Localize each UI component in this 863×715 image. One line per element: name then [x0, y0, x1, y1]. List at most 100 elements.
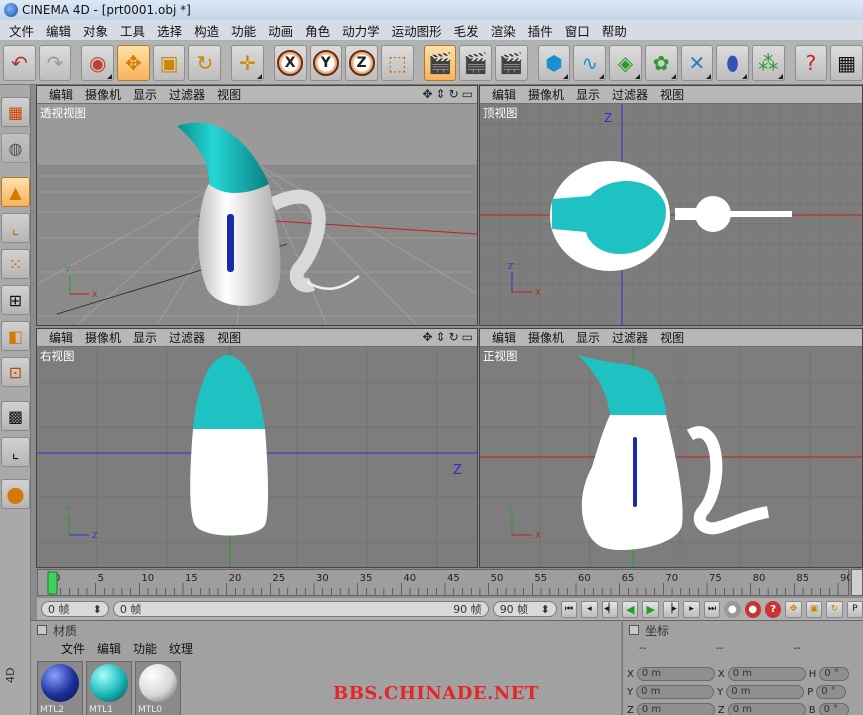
menu-help[interactable]: 帮助 [597, 21, 632, 40]
menu-hair[interactable]: 毛发 [449, 21, 484, 40]
menu-select[interactable]: 选择 [152, 21, 187, 40]
add-deformer-button[interactable]: ✕ [680, 44, 714, 81]
menu-objects[interactable]: 对象 [78, 21, 113, 40]
key-position-button[interactable]: ✥ [785, 600, 802, 618]
key-rotation-button[interactable]: ↻ [826, 600, 843, 618]
y-axis-lock-button[interactable]: Y [309, 44, 343, 81]
next-key-button[interactable]: ▸ [683, 600, 700, 618]
render-picture-viewer-button[interactable]: 🎬 [459, 44, 493, 81]
vp-menu-edit[interactable]: 编辑 [486, 86, 522, 103]
vp-menu-view[interactable]: 视图 [211, 86, 247, 103]
vp-menu-view[interactable]: 视图 [654, 329, 690, 346]
max-frame-field[interactable]: 90 帧 ⬍ [492, 601, 557, 617]
pan-icon[interactable]: ✥ [422, 330, 432, 344]
vp-menu-filter[interactable]: 过滤器 [606, 86, 654, 103]
vp-menu-filter[interactable]: 过滤器 [606, 329, 654, 346]
vp-menu-edit[interactable]: 编辑 [486, 329, 522, 346]
position-y-field[interactable]: 0 m [636, 685, 715, 699]
menu-mograph[interactable]: 运动图形 [387, 21, 447, 40]
vp-menu-view[interactable]: 视图 [654, 86, 690, 103]
add-cube-button[interactable]: ⬢ [537, 44, 571, 81]
menu-functions[interactable]: 功能 [226, 21, 261, 40]
vp-menu-edit[interactable]: 编辑 [43, 86, 79, 103]
vp-menu-display[interactable]: 显示 [127, 329, 163, 346]
add-nurbs-button[interactable]: ◈ [609, 44, 642, 81]
material-swatch[interactable]: MTL1 [86, 661, 132, 715]
x-axis-lock-button[interactable]: X [273, 44, 307, 81]
material-swatch[interactable]: MTL2 [37, 661, 83, 715]
prev-key-button[interactable]: ◂ [581, 600, 598, 618]
render-settings-button[interactable]: 🎬 [495, 44, 528, 81]
sculpt-button[interactable]: ⬤ [1, 479, 30, 509]
model-mode-button[interactable]: ▲ [1, 177, 30, 207]
menu-character[interactable]: 角色 [300, 21, 335, 40]
vp-menu-edit[interactable]: 编辑 [43, 329, 79, 346]
front-viewport[interactable]: 编辑 摄像机 显示 过滤器 视图 正视图 Y X [479, 328, 863, 568]
enable-axis-button[interactable]: ▩ [1, 401, 30, 431]
size-z-field[interactable]: 0 m [727, 703, 806, 715]
rotate-view-icon[interactable]: ↻ [449, 87, 459, 101]
zoom-icon[interactable]: ⇕ [436, 87, 446, 101]
go-to-end-button[interactable]: ⏭ [703, 600, 721, 618]
rotation-h-field[interactable]: 0 ° [819, 667, 850, 681]
mat-menu-texture[interactable]: 纹理 [163, 640, 199, 657]
add-spline-button[interactable]: ∿ [573, 44, 607, 81]
vp-menu-camera[interactable]: 摄像机 [522, 86, 570, 103]
go-to-start-button[interactable]: ⏮ [560, 600, 578, 618]
rotate-tool-button[interactable]: ↻ [188, 44, 222, 81]
play-backward-button[interactable]: ◀ [622, 600, 639, 618]
scale-tool-button[interactable]: ▣ [152, 44, 186, 81]
key-help-button[interactable]: ? [764, 600, 782, 618]
prev-frame-button[interactable]: ◂▏ [601, 600, 619, 618]
menu-edit[interactable]: 编辑 [41, 21, 76, 40]
vp-menu-display[interactable]: 显示 [570, 329, 606, 346]
menu-animation[interactable]: 动画 [263, 21, 298, 40]
add-array-button[interactable]: ✿ [644, 44, 678, 81]
snap-button[interactable]: ⌞ [1, 437, 30, 467]
redo-button[interactable]: ↷ [38, 44, 72, 81]
vp-menu-display[interactable]: 显示 [570, 86, 606, 103]
texture-mode-button[interactable]: ◍ [1, 133, 30, 163]
layout-button[interactable]: ▦ [830, 44, 863, 81]
size-x-field[interactable]: 0 m [727, 667, 806, 681]
pan-icon[interactable]: ✥ [422, 87, 432, 101]
mat-menu-functions[interactable]: 功能 [127, 640, 163, 657]
vp-menu-filter[interactable]: 过滤器 [163, 86, 211, 103]
perspective-viewport[interactable]: 编辑 摄像机 显示 过滤器 视图 ✥ ⇕ ↻ ▭ 透视视图 Y X [36, 85, 478, 326]
menu-plugins[interactable]: 插件 [523, 21, 558, 40]
vp-menu-view[interactable]: 视图 [211, 329, 247, 346]
coordinate-system-button[interactable]: ⬚ [380, 44, 414, 81]
rotation-p-field[interactable]: 0 ° [816, 685, 847, 699]
add-scene-button[interactable]: ⬮ [716, 44, 749, 81]
edges-mode-button[interactable]: ⊞ [1, 285, 30, 315]
position-z-field[interactable]: 0 m [636, 703, 715, 715]
move-tool-button[interactable]: ✥ [117, 44, 150, 81]
record-keys-button[interactable]: ● [724, 600, 741, 618]
maximize-icon[interactable]: ▭ [462, 87, 473, 101]
rotation-b-field[interactable]: 0 ° [818, 703, 849, 715]
panel-toggle-icon[interactable] [37, 625, 47, 635]
menu-tools[interactable]: 工具 [115, 21, 150, 40]
current-frame-marker[interactable] [47, 571, 58, 595]
vp-menu-camera[interactable]: 摄像机 [79, 329, 127, 346]
vp-menu-filter[interactable]: 过滤器 [163, 329, 211, 346]
next-frame-button[interactable]: ▕▸ [662, 600, 680, 618]
uv-mode-button[interactable]: ⊡ [1, 357, 30, 387]
current-frame-field[interactable]: 0 帧 ⬍ [41, 601, 109, 617]
recent-tools-button[interactable]: ✛ [231, 44, 264, 81]
menu-window[interactable]: 窗口 [560, 21, 595, 40]
timeline-scroll-end[interactable] [851, 569, 863, 596]
size-y-field[interactable]: 0 m [726, 685, 805, 699]
auto-key-button[interactable]: ● [744, 600, 761, 618]
key-parameter-button[interactable]: P [846, 600, 863, 618]
mat-menu-file[interactable]: 文件 [55, 640, 91, 657]
menu-structure[interactable]: 构造 [189, 21, 224, 40]
rotate-view-icon[interactable]: ↻ [449, 330, 459, 344]
panel-toggle-icon[interactable] [629, 625, 639, 635]
z-axis-lock-button[interactable]: Z [345, 44, 378, 81]
position-x-field[interactable]: 0 m [636, 667, 715, 681]
add-light-button[interactable]: ⁂ [751, 44, 785, 81]
zoom-icon[interactable]: ⇕ [436, 330, 446, 344]
live-selection-button[interactable]: ◉ [81, 44, 115, 81]
vp-menu-display[interactable]: 显示 [127, 86, 163, 103]
